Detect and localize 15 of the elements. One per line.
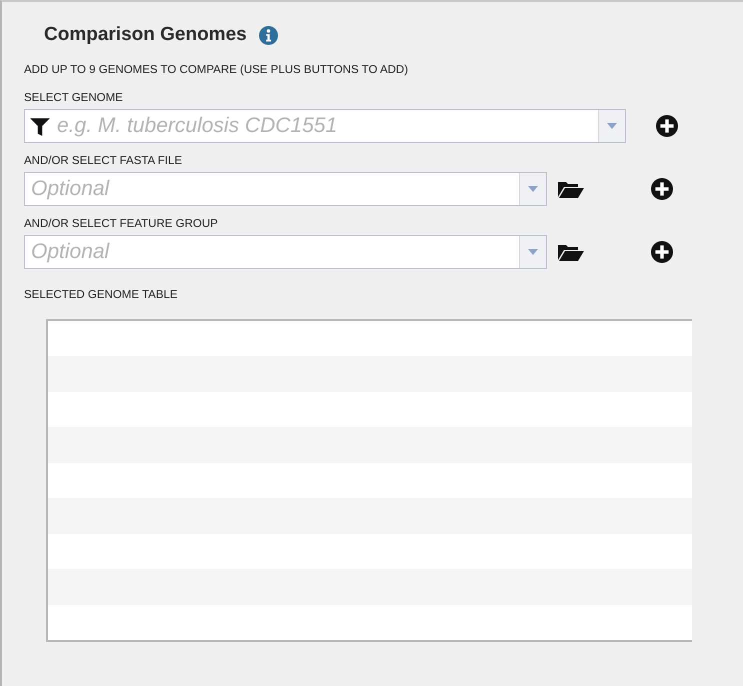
- field-label: SELECT GENOME: [24, 92, 124, 106]
- field-label: AND/OR SELECT FEATURE GROUP: [24, 218, 219, 232]
- add-icon[interactable]: [651, 178, 673, 200]
- instruction-text: ADD UP TO 9 GENOMES TO COMPARE (USE PLUS BUTTONS TO ADD): [24, 64, 410, 78]
- add-icon[interactable]: [651, 241, 673, 263]
- table-label: SELECTED GENOME TABLE: [24, 289, 179, 303]
- info-icon[interactable]: [258, 26, 278, 44]
- folder-icon[interactable]: [557, 242, 585, 262]
- folder-icon[interactable]: [557, 179, 585, 199]
- select-field[interactable]: Optional: [24, 235, 547, 269]
- panel-title: Comparison Genomes: [44, 24, 247, 46]
- select-field[interactable]: e.g. M. tuberculosis CDC1551: [24, 109, 626, 143]
- select-field[interactable]: Optional: [24, 172, 547, 206]
- field-label: AND/OR SELECT FASTA FILE: [24, 155, 184, 169]
- add-icon[interactable]: [656, 115, 678, 137]
